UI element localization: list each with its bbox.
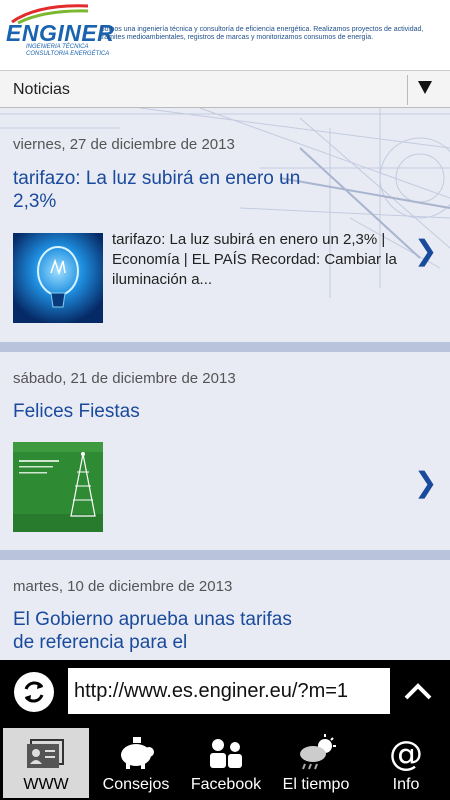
post-divider: [0, 550, 450, 560]
tab-facebook[interactable]: Facebook: [183, 728, 269, 798]
chevron-right-icon[interactable]: ❯: [414, 466, 437, 499]
section-dropdown[interactable]: Noticias: [0, 70, 450, 108]
logo-text: ENGINER: [6, 20, 115, 46]
chevron-right-icon[interactable]: ❯: [414, 234, 437, 267]
tab-label: Consejos: [102, 776, 170, 793]
at-sign-icon: @: [389, 734, 423, 772]
logo-subtitle-2: CONSULTORIA ENERGÉTICA: [26, 51, 110, 57]
id-card-icon: [27, 739, 64, 768]
news-feed[interactable]: viernes, 27 de diciembre de 2013 tarifaz…: [0, 108, 450, 660]
post-date: viernes, 27 de diciembre de 2013: [13, 136, 235, 153]
post-date: sábado, 21 de diciembre de 2013: [13, 370, 236, 387]
tab-label: Facebook: [190, 776, 262, 793]
news-post[interactable]: martes, 10 de diciembre de 2013 El Gobie…: [0, 560, 450, 660]
people-icon: [210, 739, 242, 768]
url-input[interactable]: [68, 668, 390, 714]
app-header: ENGINER INGENIERIA TÉCNICA CONSULTORIA E…: [0, 0, 450, 70]
bottom-tab-bar: WWW Consejos Facebook El tiempo @ Info: [0, 724, 450, 800]
logo-subtitle: INGENIERIA TÉCNICA: [26, 44, 89, 50]
dropdown-selected-value: Noticias: [13, 81, 70, 98]
post-excerpt: tarifazo: La luz subirá en enero un 2,3%…: [112, 231, 397, 288]
scroll-up-button[interactable]: [398, 672, 438, 712]
post-date: martes, 10 de diciembre de 2013: [13, 578, 233, 595]
dropdown-separator: [407, 75, 408, 105]
weather-icon: [300, 734, 336, 770]
tab-info[interactable]: @ Info: [363, 728, 449, 798]
chevron-up-icon: [404, 683, 432, 700]
refresh-button[interactable]: [14, 672, 54, 712]
url-bar: [0, 660, 450, 724]
company-description: Somos una ingeniería técnica y consultor…: [100, 26, 424, 41]
tab-el-tiempo[interactable]: El tiempo: [273, 728, 359, 798]
svg-text:@: @: [389, 734, 423, 772]
tab-label: WWW: [23, 776, 69, 793]
lightbulb-image[interactable]: [13, 233, 103, 323]
christmas-card-image[interactable]: [13, 442, 103, 532]
tab-www[interactable]: WWW: [3, 728, 89, 798]
tab-label: Info: [392, 776, 420, 793]
dropdown-arrow-icon[interactable]: [418, 81, 432, 94]
post-divider: [0, 342, 450, 352]
post-title-link[interactable]: tarifazo: La luz subirá en enero un 2,3%: [13, 167, 333, 213]
tab-label: El tiempo: [282, 776, 350, 793]
news-post[interactable]: sábado, 21 de diciembre de 2013 Felices …: [0, 352, 450, 550]
post-title-link[interactable]: Felices Fiestas: [13, 400, 333, 423]
tab-consejos[interactable]: Consejos: [93, 728, 179, 798]
post-title-link[interactable]: El Gobierno aprueba unas tarifas de refe…: [13, 608, 313, 654]
news-post[interactable]: viernes, 27 de diciembre de 2013 tarifaz…: [0, 108, 450, 342]
refresh-icon: [24, 681, 44, 703]
piggy-bank-icon: [121, 737, 154, 769]
